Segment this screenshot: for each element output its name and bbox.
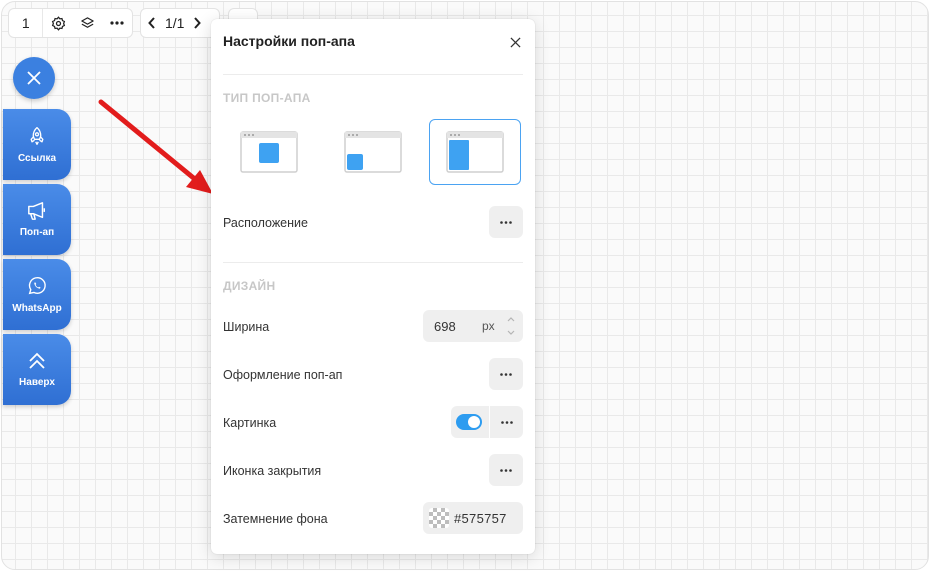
page-number[interactable]: 1 — [9, 9, 42, 37]
popup-type-section-label: ТИП ПОП-АПА — [223, 91, 311, 105]
widget-top-button[interactable]: Наверх — [3, 334, 71, 405]
popup-type-side-panel[interactable] — [429, 119, 521, 185]
popup-settings-panel: Настройки поп-апа ТИП ПОП-АПА Расположен… — [211, 19, 535, 554]
image-label: Картинка — [223, 416, 277, 430]
position-options-button[interactable] — [489, 206, 523, 238]
more-icon — [500, 468, 512, 472]
more-icon — [110, 21, 124, 25]
color-swatch[interactable] — [429, 508, 449, 528]
layers-button[interactable] — [73, 9, 103, 37]
double-chevron-up-icon — [29, 352, 45, 369]
width-input[interactable]: 698 px — [423, 310, 523, 342]
design-section-label: ДИЗАЙН — [223, 279, 276, 293]
editor-toolbar: 1 — [8, 8, 133, 38]
popup-type-center[interactable] — [223, 119, 315, 185]
popup-style-options-button[interactable] — [489, 358, 523, 390]
width-value[interactable]: 698 — [434, 319, 456, 334]
widget-popup-button[interactable]: Поп-ап — [3, 184, 71, 255]
widget-top-label: Наверх — [19, 377, 55, 388]
width-label: Ширина — [223, 320, 270, 334]
widget-whatsapp-label: WhatsApp — [12, 303, 62, 314]
bottom-left-popup-icon — [344, 131, 402, 173]
close-icon — [509, 36, 521, 48]
more-icon — [500, 220, 512, 224]
widget-link-label: Ссылка — [17, 153, 57, 164]
next-page-button[interactable] — [186, 9, 208, 37]
side-panel-popup-icon — [446, 131, 504, 173]
gear-icon — [51, 15, 65, 31]
image-toggle[interactable] — [456, 414, 482, 430]
toggle-knob — [468, 416, 480, 428]
more-icon — [500, 372, 512, 376]
close-icon-label: Иконка закрытия — [223, 464, 322, 478]
overlay-label: Затемнение фона — [223, 512, 328, 526]
widget-whatsapp-button[interactable]: WhatsApp — [3, 259, 71, 330]
pagination: 1/1 — [140, 8, 220, 38]
rocket-icon — [30, 127, 44, 145]
overlay-color-value[interactable]: #575757 — [454, 511, 507, 526]
width-unit: px — [482, 319, 495, 333]
chevron-right-icon — [194, 17, 202, 29]
close-icon-options-button[interactable] — [489, 454, 523, 486]
settings-button[interactable] — [43, 9, 73, 37]
whatsapp-icon — [28, 277, 46, 295]
widget-close-button[interactable] — [13, 57, 55, 99]
divider — [223, 262, 523, 263]
image-control — [451, 406, 523, 438]
pagination-label: 1/1 — [165, 15, 185, 31]
more-icon — [500, 420, 513, 424]
chevron-left-icon — [148, 17, 155, 29]
center-popup-icon — [240, 131, 298, 173]
prev-page-button[interactable] — [141, 9, 163, 37]
widget-link-button[interactable]: Ссылка — [3, 109, 71, 180]
popup-type-bottom-left[interactable] — [327, 119, 419, 185]
layers-icon — [81, 16, 94, 28]
widget-popup-label: Поп-ап — [19, 227, 55, 238]
position-label: Расположение — [223, 216, 308, 230]
panel-title: Настройки поп-апа — [223, 33, 355, 49]
divider — [223, 74, 523, 75]
panel-close-button[interactable] — [505, 32, 525, 52]
overlay-color-picker[interactable]: #575757 — [423, 502, 523, 534]
image-options-button[interactable] — [490, 406, 523, 438]
popup-style-label: Оформление поп-ап — [223, 368, 343, 382]
more-button[interactable] — [102, 9, 132, 37]
close-icon — [27, 71, 41, 85]
stepper-icon[interactable] — [507, 315, 515, 337]
megaphone-icon — [28, 202, 45, 220]
